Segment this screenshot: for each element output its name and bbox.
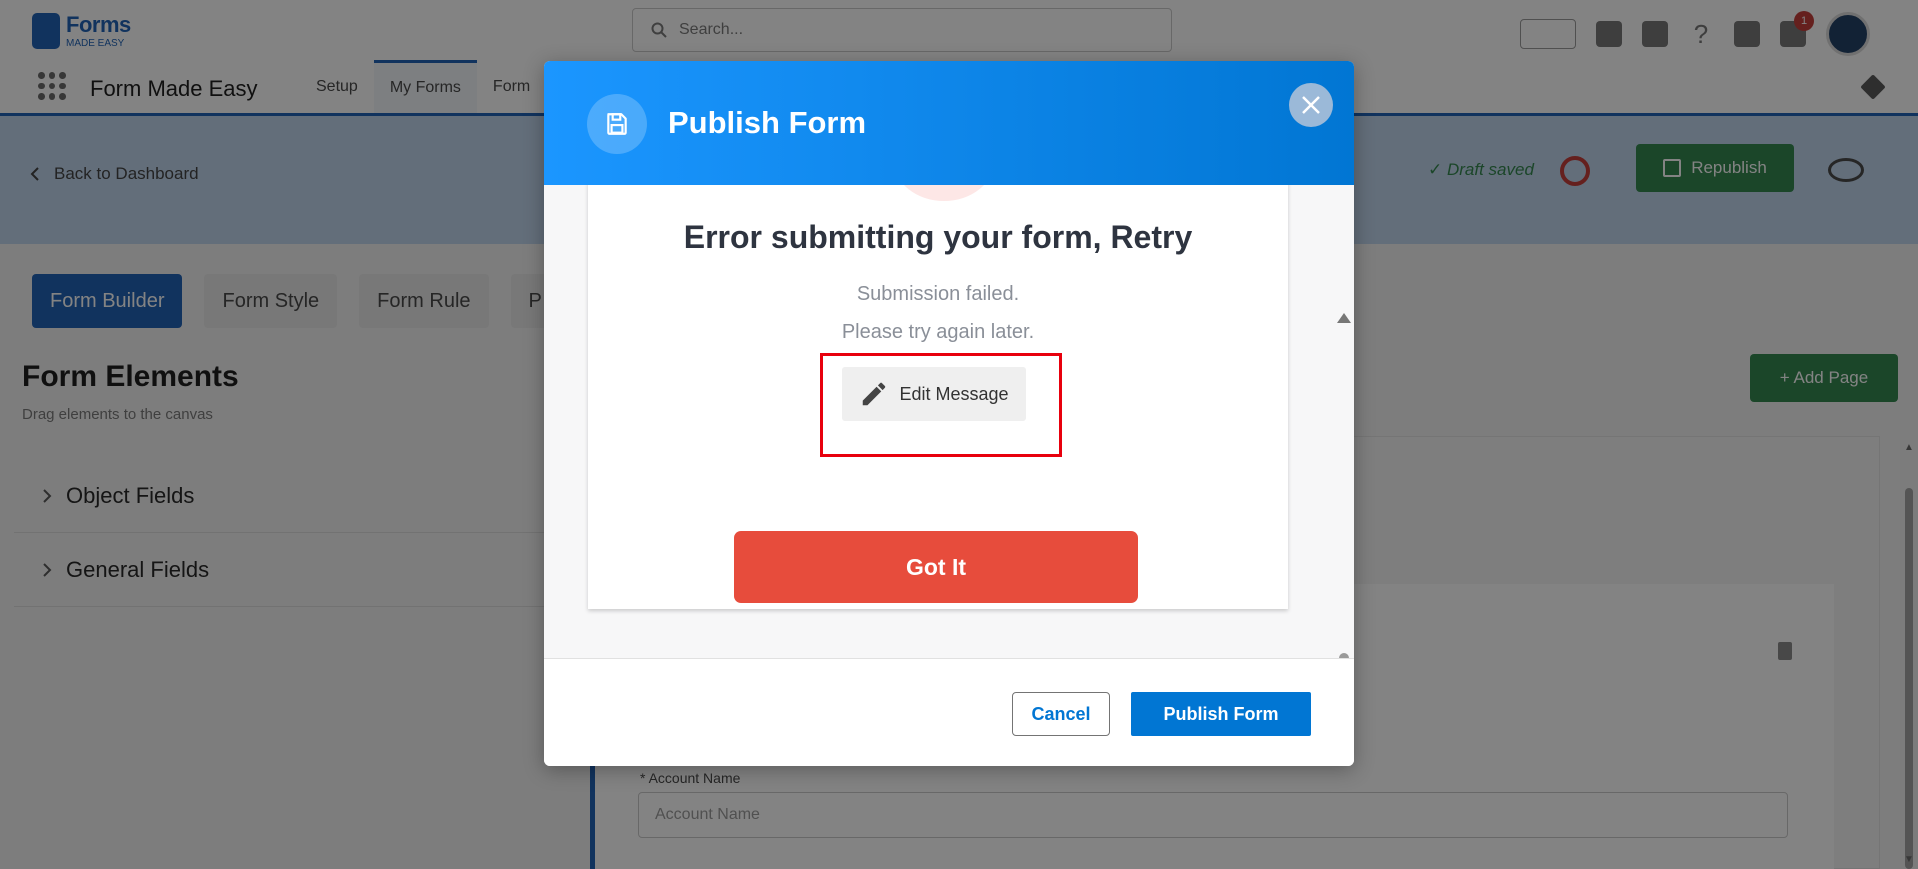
publish-form-button[interactable]: Publish Form [1131,692,1311,736]
error-icon-circle [894,185,994,201]
modal-body: Error submitting your form, Retry Submis… [544,185,1354,658]
got-it-button[interactable]: Got It [734,531,1138,603]
error-message-line-1: Submission failed. [856,283,1020,305]
pencil-icon [863,382,886,406]
edit-message-label: Edit Message [899,383,1009,404]
close-icon [1302,96,1320,114]
modal-footer: Cancel Publish Form [544,658,1354,766]
header-icon-badge [587,94,647,154]
error-title: Error submitting your form, Retry [683,219,1193,255]
error-message-line-2: Please try again later. [841,321,1035,343]
modal-scrollbar[interactable] [1334,309,1354,658]
modal-title: Publish Form [668,105,867,140]
publish-form-modal: Publish Form Error submitting your form,… [544,61,1354,766]
edit-message-button[interactable]: Edit Message [842,367,1026,421]
close-button[interactable] [1289,83,1333,127]
error-message-preview: Error submitting your form, Retry Submis… [588,185,1288,609]
modal-header: Publish Form [544,61,1354,185]
scroll-up-icon[interactable] [1337,313,1351,323]
save-icon [607,113,627,135]
cancel-button[interactable]: Cancel [1012,692,1110,736]
